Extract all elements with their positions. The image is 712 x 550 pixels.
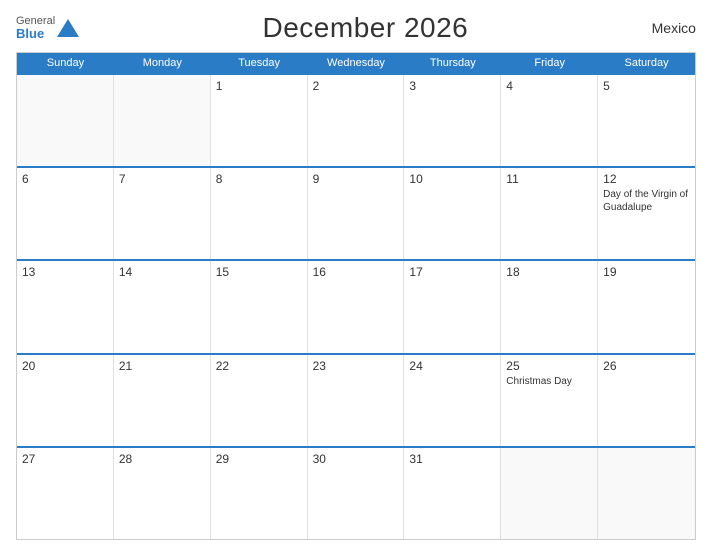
- header-saturday: Saturday: [598, 53, 695, 73]
- cal-day-number: 27: [22, 452, 108, 466]
- cal-cell: 29: [211, 448, 308, 539]
- cal-cell: 6: [17, 168, 114, 259]
- logo: General Blue: [16, 15, 79, 41]
- cal-cell: [17, 75, 114, 166]
- cal-event-label: Christmas Day: [506, 375, 592, 388]
- header-tuesday: Tuesday: [211, 53, 308, 73]
- calendar-title: December 2026: [263, 12, 469, 44]
- cal-day-number: 19: [603, 265, 690, 279]
- cal-day-number: 24: [409, 359, 495, 373]
- cal-cell: 19: [598, 261, 695, 352]
- cal-cell: [598, 448, 695, 539]
- week-row-5: 27 28 29 30 31: [17, 446, 695, 539]
- cal-day-number: 21: [119, 359, 205, 373]
- cal-cell: 16: [308, 261, 405, 352]
- cal-cell: 30: [308, 448, 405, 539]
- header-wednesday: Wednesday: [308, 53, 405, 73]
- cal-cell: 31: [404, 448, 501, 539]
- cal-day-number: 10: [409, 172, 495, 186]
- cal-day-number: 9: [313, 172, 399, 186]
- cal-day-number: 2: [313, 79, 399, 93]
- logo-flag-icon: [57, 17, 79, 39]
- cal-day-number: 29: [216, 452, 302, 466]
- header-monday: Monday: [114, 53, 211, 73]
- cal-cell: 17: [404, 261, 501, 352]
- cal-cell: 13: [17, 261, 114, 352]
- cal-cell: [114, 75, 211, 166]
- cal-cell: 25 Christmas Day: [501, 355, 598, 446]
- cal-day-number: 20: [22, 359, 108, 373]
- cal-event-label: Day of the Virgin of Guadalupe: [603, 188, 690, 214]
- cal-day-number: 15: [216, 265, 302, 279]
- cal-day-number: 17: [409, 265, 495, 279]
- cal-day-number: 18: [506, 265, 592, 279]
- cal-day-number: 31: [409, 452, 495, 466]
- calendar-header: Sunday Monday Tuesday Wednesday Thursday…: [17, 53, 695, 73]
- header-sunday: Sunday: [17, 53, 114, 73]
- cal-cell: 23: [308, 355, 405, 446]
- cal-cell: 27: [17, 448, 114, 539]
- cal-cell: 5: [598, 75, 695, 166]
- cal-day-number: 6: [22, 172, 108, 186]
- calendar-body: 123456789101112Day of the Virgin of Guad…: [17, 73, 695, 539]
- cal-cell: 20: [17, 355, 114, 446]
- header-friday: Friday: [501, 53, 598, 73]
- cal-day-number: 13: [22, 265, 108, 279]
- logo-blue: Blue: [16, 27, 55, 41]
- cal-cell: 8: [211, 168, 308, 259]
- cal-cell: 12 Day of the Virgin of Guadalupe: [598, 168, 695, 259]
- cal-cell: 11: [501, 168, 598, 259]
- cal-cell: 10: [404, 168, 501, 259]
- cal-day-number: 26: [603, 359, 690, 373]
- week-row-4: 20 21 22 23 24 25 Christmas Day 26: [17, 353, 695, 446]
- cal-day-number: 25: [506, 359, 592, 373]
- cal-day-number: 28: [119, 452, 205, 466]
- cal-day-number: 14: [119, 265, 205, 279]
- logo-text: General Blue: [16, 15, 55, 41]
- week-row-1: 12345: [17, 73, 695, 166]
- cal-cell: 9: [308, 168, 405, 259]
- cal-day-number: 7: [119, 172, 205, 186]
- week-row-2: 6789 10 11 12 Day of the Virgin of Guadalupe: [17, 166, 695, 259]
- cal-day-number: 22: [216, 359, 302, 373]
- cal-day-number: 11: [506, 172, 592, 186]
- cal-cell: 26: [598, 355, 695, 446]
- cal-cell: 15: [211, 261, 308, 352]
- country-label: Mexico: [652, 20, 696, 36]
- page-header: General Blue December 2026 Mexico: [16, 12, 696, 44]
- cal-day-number: 8: [216, 172, 302, 186]
- cal-cell: 2: [308, 75, 405, 166]
- week-row-3: 13 14 15 16 17 18 19: [17, 259, 695, 352]
- cal-day-number: 1: [216, 79, 302, 93]
- cal-day-number: 23: [313, 359, 399, 373]
- calendar: Sunday Monday Tuesday Wednesday Thursday…: [16, 52, 696, 540]
- cal-day-number: 4: [506, 79, 592, 93]
- header-thursday: Thursday: [404, 53, 501, 73]
- cal-cell: [501, 448, 598, 539]
- cal-day-number: 3: [409, 79, 495, 93]
- cal-cell: 14: [114, 261, 211, 352]
- cal-cell: 28: [114, 448, 211, 539]
- page: General Blue December 2026 Mexico Sunday…: [0, 0, 712, 550]
- cal-cell: 18: [501, 261, 598, 352]
- cal-cell: 1: [211, 75, 308, 166]
- cal-day-number: 5: [603, 79, 690, 93]
- cal-cell: 24: [404, 355, 501, 446]
- cal-day-number: 12: [603, 172, 690, 186]
- cal-cell: 4: [501, 75, 598, 166]
- cal-cell: 7: [114, 168, 211, 259]
- cal-cell: 3: [404, 75, 501, 166]
- cal-cell: 21: [114, 355, 211, 446]
- cal-cell: 22: [211, 355, 308, 446]
- cal-day-number: 30: [313, 452, 399, 466]
- cal-day-number: 16: [313, 265, 399, 279]
